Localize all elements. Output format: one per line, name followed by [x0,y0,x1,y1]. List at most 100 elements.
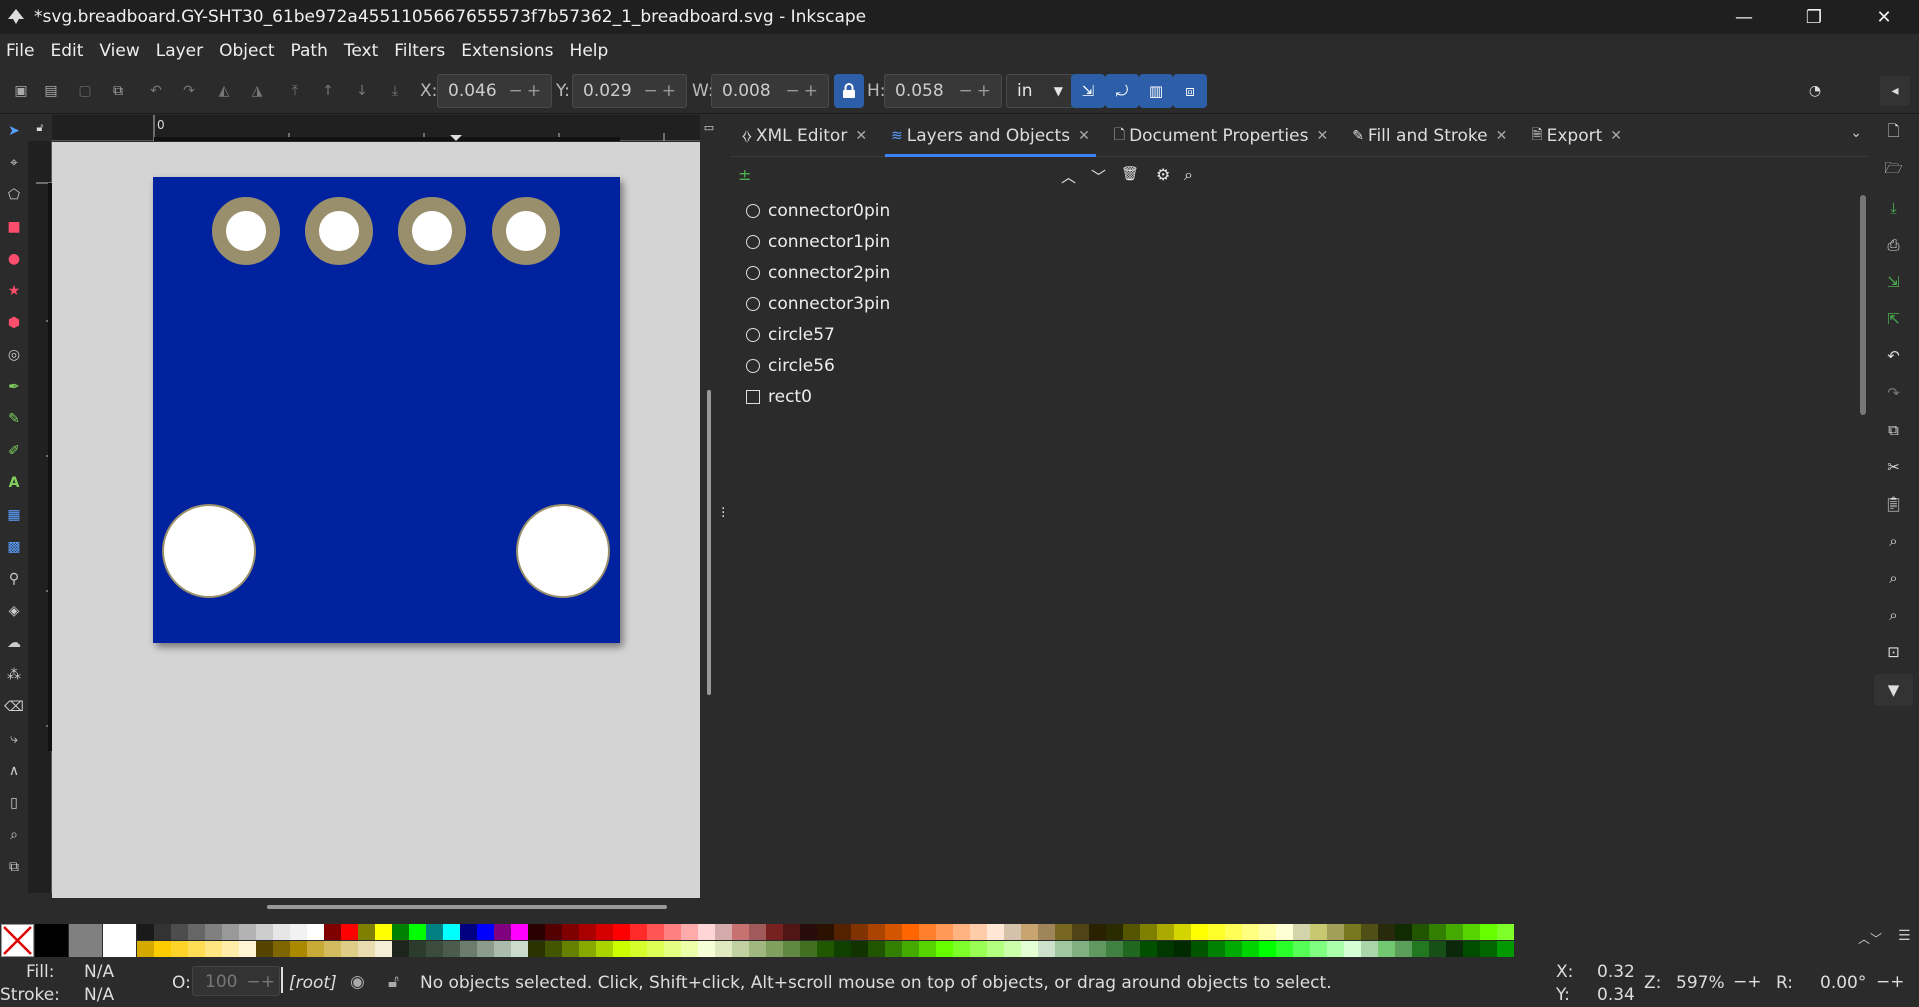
palette-swatch[interactable] [1089,941,1106,957]
maximize-button[interactable]: ❐ [1779,0,1849,34]
palette-swatch[interactable] [256,924,273,940]
palette-swatch[interactable] [681,924,698,940]
menu-edit[interactable]: Edit [50,41,83,61]
palette-swatch[interactable] [1310,941,1327,957]
palette-swatch[interactable] [851,941,868,957]
menu-view[interactable]: View [99,41,139,61]
palette-swatch[interactable] [1021,941,1038,957]
palette-swatch[interactable] [1242,941,1259,957]
palette-swatch[interactable] [1259,924,1276,940]
canvas[interactable] [52,142,700,898]
gray-swatch[interactable] [69,924,102,957]
palette-swatch[interactable] [562,924,579,940]
palette-swatch[interactable] [834,941,851,957]
new-document-icon[interactable]: 🗋︎ [1868,115,1919,152]
close-button[interactable]: ✕ [1849,0,1919,34]
x-field[interactable]: 0.046 −+ [437,74,552,108]
lock-ratio-button[interactable] [834,74,864,108]
palette-swatch[interactable] [324,941,341,957]
unit-select[interactable]: in ▼ [1006,74,1074,108]
palette-swatch[interactable] [426,941,443,957]
settings-gear-icon[interactable]: ⚙ [1156,165,1170,184]
palette-swatch[interactable] [1072,941,1089,957]
palette-swatch[interactable] [630,924,647,940]
palette-swatch[interactable] [1089,924,1106,940]
paint-bucket-tool-icon[interactable]: ◈ [0,595,28,627]
palette-swatch[interactable] [1310,924,1327,940]
palette-swatch[interactable] [205,924,222,940]
horizontal-scroll-thumb[interactable] [267,905,667,909]
panel-divider-handle[interactable]: · · · [718,115,730,914]
raise-icon[interactable]: ↑ [317,80,339,102]
palette-swatch[interactable] [307,941,324,957]
black-swatch[interactable] [35,924,68,957]
palette-swatch[interactable] [613,924,630,940]
palette-swatch[interactable] [698,941,715,957]
palette-swatch[interactable] [732,924,749,940]
flip-horizontal-icon[interactable]: ◭ [213,80,235,102]
palette-swatch[interactable] [715,941,732,957]
selector-tool-icon[interactable]: ➤ [0,115,28,147]
palette-swatch[interactable] [273,941,290,957]
snap-icon[interactable]: ◔ [1804,80,1826,102]
rotate-cw-icon[interactable]: ↷ [178,80,200,102]
text-tool-icon[interactable]: A [0,467,28,499]
connector3pin[interactable] [492,197,560,265]
menu-help[interactable]: Help [570,41,609,61]
palette-swatch[interactable] [154,941,171,957]
palette-swatch[interactable] [970,941,987,957]
list-item[interactable]: connector2pin [732,257,1852,288]
rotate-stepper[interactable]: −+ [1876,972,1905,992]
connector-tool-icon[interactable]: ⤷ [0,723,28,755]
tab-document-properties[interactable]: 🗋︎ Document Properties ✕ [1102,115,1340,157]
palette-swatch[interactable] [1344,924,1361,940]
measure-tool-icon[interactable]: ∧ [0,755,28,787]
x-stepper[interactable]: −+ [509,81,546,101]
vertical-scroll-thumb[interactable] [707,390,711,695]
palette-swatch[interactable] [409,924,426,940]
palette-swatch[interactable] [868,941,885,957]
palette-swatch[interactable] [358,941,375,957]
dropper-tool-icon[interactable]: ⚲ [0,563,28,595]
list-item[interactable]: circle56 [732,350,1852,381]
palette-swatch[interactable] [800,924,817,940]
palette-swatch[interactable] [953,941,970,957]
palette-swatch[interactable] [1157,924,1174,940]
h-stepper[interactable]: −+ [959,81,996,101]
pencil-tool-icon[interactable]: ✎ [0,403,28,435]
palette-swatch[interactable] [936,941,953,957]
palette-swatch[interactable] [528,941,545,957]
palette-swatch[interactable] [1208,941,1225,957]
raise-to-top-icon[interactable]: ⤒ [284,80,306,102]
move-up-icon[interactable]: ︿ [1061,166,1076,187]
palette-swatch[interactable] [987,924,1004,940]
palette-swatch[interactable] [783,941,800,957]
palette-swatch[interactable] [154,924,171,940]
palette-swatch[interactable] [1497,941,1514,957]
palette-swatch[interactable] [375,924,392,940]
pages-tool-icon[interactable]: ▯ [0,787,28,819]
select-all-layers-icon[interactable]: ▤ [40,80,62,102]
palette-swatch[interactable] [1395,924,1412,940]
palette-swatch[interactable] [1140,924,1157,940]
menu-object[interactable]: Object [219,41,274,61]
calligraphy-tool-icon[interactable]: ✐ [0,435,28,467]
palette-swatch[interactable] [1038,941,1055,957]
stroke-value[interactable]: N/A [84,985,114,1005]
palette-swatch[interactable] [1480,941,1497,957]
palette-swatch[interactable] [1497,924,1514,940]
lower-to-bottom-icon[interactable]: ⤓ [384,80,406,102]
white-swatch[interactable] [103,924,136,957]
palette-swatch[interactable] [902,941,919,957]
palette-swatch[interactable] [868,924,885,940]
palette-swatch[interactable] [205,941,222,957]
rectangle-tool-icon[interactable]: ■ [0,211,28,243]
pen-tool-icon[interactable]: ✒ [0,371,28,403]
palette-swatch[interactable] [443,924,460,940]
palette-swatch[interactable] [664,924,681,940]
deselect-icon[interactable]: ▢ [74,80,96,102]
redo-icon[interactable]: ↷ [1868,374,1919,411]
palette-swatch[interactable] [1480,924,1497,940]
undo-icon[interactable]: ↶ [1868,337,1919,374]
palette-scroll-icon[interactable]: ︿﹀ [1858,930,1882,947]
